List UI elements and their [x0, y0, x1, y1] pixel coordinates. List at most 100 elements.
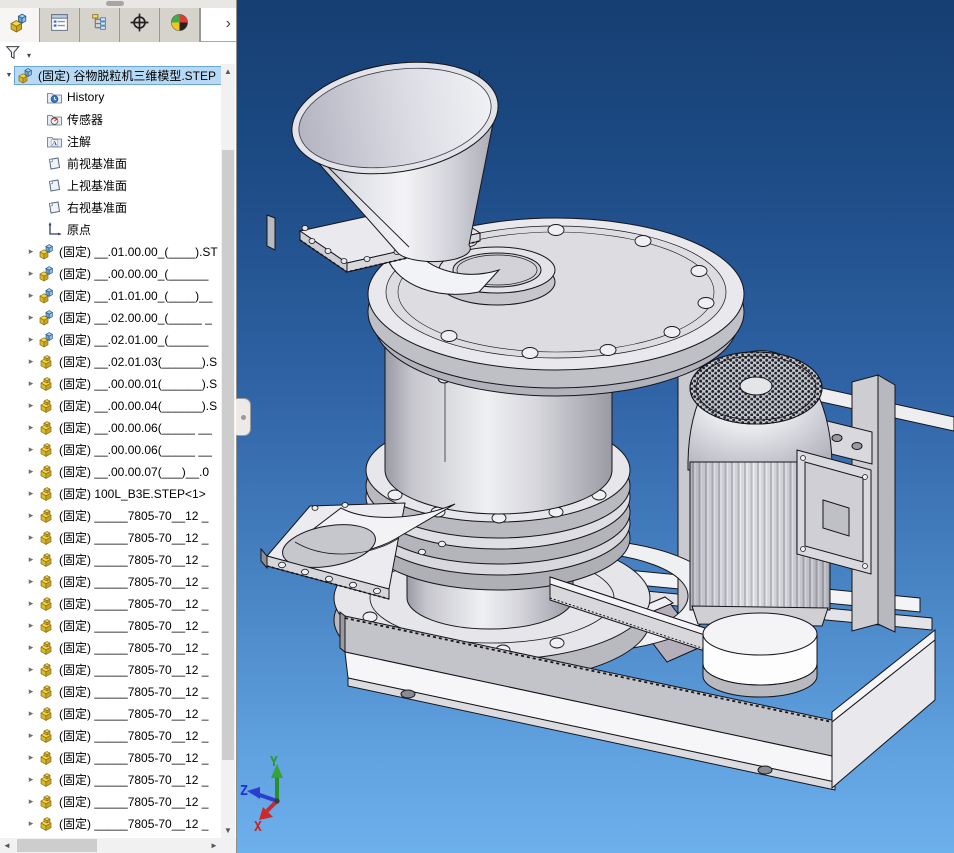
tree-item[interactable]: ▸(固定) _____7805-70__12 _ [0, 504, 221, 526]
panel-tabs [0, 8, 201, 42]
tree-item[interactable]: ▸ (固定) __.02.00.00_(_____ _ [0, 306, 221, 328]
expand-arrow-icon[interactable]: ▸ [26, 642, 36, 653]
expand-arrow-icon[interactable]: ▸ [26, 708, 36, 719]
tree-item[interactable]: ▸(固定) __.00.00.04(______).S [0, 394, 221, 416]
expand-arrow-icon[interactable]: ▸ [26, 686, 36, 697]
tree-item-label: History [66, 90, 104, 104]
motor-fan-cover[interactable] [690, 352, 822, 424]
expand-arrow-icon[interactable]: ▸ [26, 246, 36, 257]
tree-item[interactable]: 上视基准面 [0, 174, 221, 196]
tree-vertical-scrollbar[interactable]: ▲ ▼ [221, 64, 235, 838]
tree-item-label: (固定) _____7805-70__12 _ [58, 617, 208, 634]
tree-item[interactable]: ▸(固定) __.00.00.07(___)__.0 [0, 460, 221, 482]
tree-item[interactable]: ▸(固定) __.00.00.06(_____ __ [0, 416, 221, 438]
frame-right-face[interactable] [832, 640, 935, 788]
tree-item[interactable]: History [0, 86, 221, 108]
plane-icon [46, 177, 63, 194]
tab-overflow-chevron[interactable]: › [226, 14, 231, 34]
tree-item[interactable]: ▸ (固定) _____7805-70__12 _ [0, 592, 221, 614]
tree-item[interactable]: 原点 [0, 218, 221, 240]
tree-item-label: (固定) 100L_B3E.STEP<1> [58, 485, 206, 502]
tree-item[interactable]: ▸(固定) __.02.01.03(______).S [0, 350, 221, 372]
tree-item[interactable]: 传感器 [0, 108, 221, 130]
expand-arrow-icon[interactable]: ▸ [26, 796, 36, 807]
tree-item[interactable]: 右视基准面 [0, 196, 221, 218]
tab-propertymanager[interactable] [40, 8, 80, 42]
expand-arrow-icon[interactable]: ▸ [26, 752, 36, 763]
expand-arrow-icon[interactable]: ▸ [26, 444, 36, 455]
tree-item[interactable]: A注解 [0, 130, 221, 152]
expand-arrow-icon[interactable]: ▸ [26, 730, 36, 741]
tree-item[interactable]: ▸(固定) _____7805-70__12 _ [0, 790, 221, 812]
expand-arrow-icon[interactable]: ▸ [26, 466, 36, 477]
motor-pulley[interactable] [703, 613, 817, 697]
expand-arrow-icon[interactable]: ▸ [26, 598, 36, 609]
expand-arrow-icon[interactable]: ▸ [26, 268, 36, 279]
tab-featuremanager[interactable] [0, 8, 40, 42]
filter-funnel-icon[interactable] [5, 44, 24, 63]
expand-arrow-icon[interactable]: ▸ [26, 620, 36, 631]
expand-arrow-icon[interactable]: ▸ [26, 290, 36, 301]
tab-dimxpertmanager[interactable] [120, 8, 160, 42]
expand-arrow-icon[interactable]: ▸ [26, 334, 36, 345]
tree-item[interactable]: ▸(固定) __.00.00.01(______).S [0, 372, 221, 394]
grain-thresher-3d-model[interactable]: Y Z X [237, 0, 954, 853]
tree-item[interactable]: ▸(固定) __.01.00.00_(____).ST [0, 240, 221, 262]
tree-item[interactable]: ▸ (固定) 100L_B3E.STEP<1> [0, 482, 221, 504]
expand-arrow-icon[interactable]: ▸ [26, 576, 36, 587]
tree-item-label: (固定) _____7805-70__12 _ [58, 595, 208, 612]
collapse-arrow-icon[interactable]: ▼ [4, 72, 14, 79]
expand-arrow-icon[interactable]: ▸ [26, 378, 36, 389]
tree-item[interactable]: ▸ (固定) _____7805-70__12 _ [0, 614, 221, 636]
tab-displaymanager[interactable] [160, 8, 200, 42]
expand-arrow-icon[interactable]: ▸ [26, 510, 36, 521]
expand-arrow-icon[interactable]: ▸ [26, 488, 36, 499]
scroll-right-button[interactable]: ► [207, 838, 221, 853]
tree-item[interactable]: ▸(固定) __.01.01.00_(____)__ [0, 284, 221, 306]
scroll-up-button[interactable]: ▲ [221, 64, 235, 79]
expand-arrow-icon[interactable]: ▸ [26, 356, 36, 367]
tree-item[interactable]: ▸(固定) __.00.00.00_(______ [0, 262, 221, 284]
expand-arrow-icon[interactable]: ▸ [26, 422, 36, 433]
expand-arrow-icon[interactable]: ▸ [26, 554, 36, 565]
tree-item[interactable]: ▸(固定) _____7805-70__12 _ [0, 812, 221, 834]
tab-configurationmanager[interactable] [80, 8, 120, 42]
tree-item[interactable]: ▸(固定) _____7805-70__12 _ [0, 680, 221, 702]
tree-item[interactable]: ▸ (固定) _____7805-70__12 _ [0, 636, 221, 658]
graphics-viewport[interactable]: Y Z X [237, 0, 954, 853]
part-icon [38, 661, 55, 678]
tree-item[interactable]: ▸(固定) _____7805-70__12 _ [0, 702, 221, 724]
tree-item-label: 右视基准面 [66, 199, 127, 216]
scroll-down-button[interactable]: ▼ [221, 823, 235, 838]
tree-item-label: (固定) 谷物脱粒机三维模型.STEP [37, 67, 216, 84]
tree-item-label: (固定) __.02.00.00_(_____ _ [58, 309, 212, 326]
panel-splitter-handle[interactable] [236, 398, 251, 436]
part-icon [38, 749, 55, 766]
tree-item[interactable]: ▸ (固定) _____7805-70__12 _ [0, 526, 221, 548]
tree-item[interactable]: ▸(固定) __.02.01.00_(______ [0, 328, 221, 350]
expand-arrow-icon[interactable]: ▸ [26, 312, 36, 323]
tree-item[interactable]: ▸(固定) _____7805-70__12 _ [0, 768, 221, 790]
tree-item-label: (固定) _____7805-70__12 _ [58, 639, 208, 656]
part-icon [38, 353, 55, 370]
tree-item[interactable]: 前视基准面 [0, 152, 221, 174]
panel-resize-grip[interactable] [106, 1, 124, 6]
expand-arrow-icon[interactable]: ▸ [26, 532, 36, 543]
tree-horizontal-scrollbar[interactable]: ◄ ► [0, 838, 221, 853]
tree-item-label: (固定) _____7805-70__12 _ [58, 529, 208, 546]
tree-item[interactable]: ▸(固定) _____7805-70__12 _ [0, 570, 221, 592]
expand-arrow-icon[interactable]: ▸ [26, 400, 36, 411]
filter-dropdown-caret[interactable]: ▾ [27, 51, 31, 60]
scroll-left-button[interactable]: ◄ [0, 838, 14, 853]
tree-root-item[interactable]: ▼ (固定) 谷物脱粒机三维模型.STEP [0, 64, 221, 86]
tree-item[interactable]: ▸(固定) _____7805-70__12 _ [0, 658, 221, 680]
vertical-scroll-thumb[interactable] [222, 150, 234, 760]
tree-item[interactable]: ▸(固定) __.00.00.06(_____ __ [0, 438, 221, 460]
expand-arrow-icon[interactable]: ▸ [26, 818, 36, 829]
tree-item[interactable]: ▸(固定) _____7805-70__12 _ [0, 548, 221, 570]
horizontal-scroll-thumb[interactable] [17, 839, 97, 852]
tree-item[interactable]: ▸(固定) _____7805-70__12 _ [0, 746, 221, 768]
expand-arrow-icon[interactable]: ▸ [26, 774, 36, 785]
expand-arrow-icon[interactable]: ▸ [26, 664, 36, 675]
tree-item[interactable]: ▸(固定) _____7805-70__12 _ [0, 724, 221, 746]
